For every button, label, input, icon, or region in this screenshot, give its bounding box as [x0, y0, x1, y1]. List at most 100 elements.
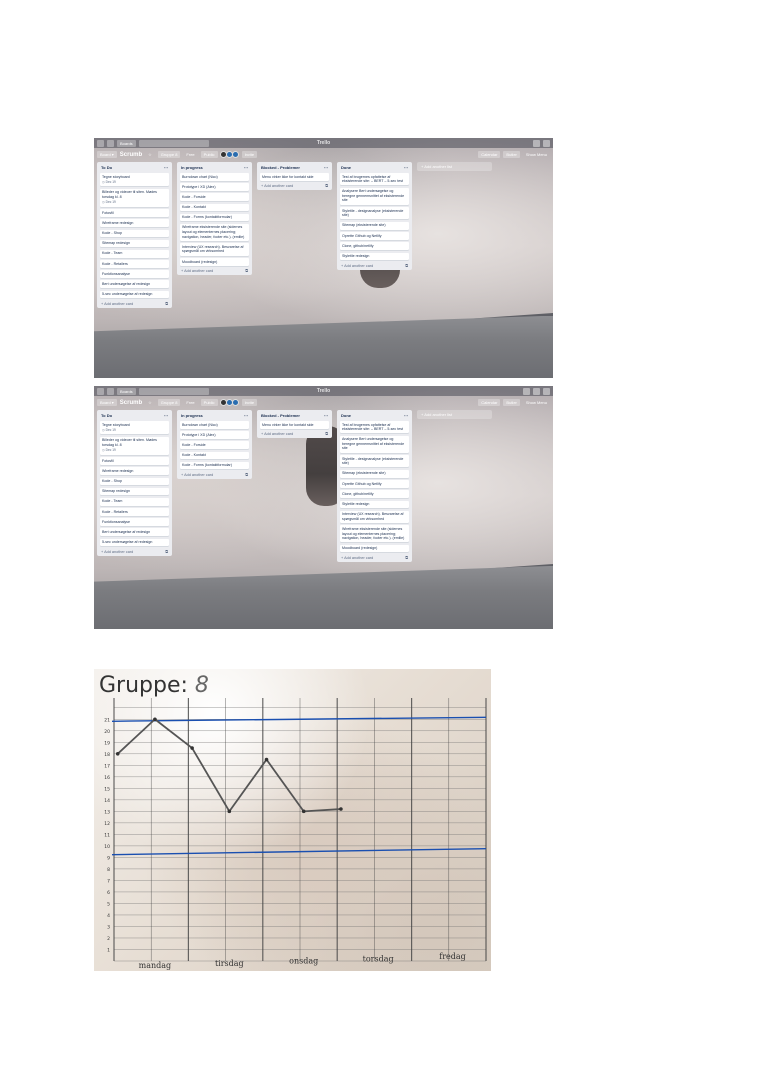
add-list-button[interactable]: + Add another list — [417, 410, 492, 419]
list-title[interactable]: To Do ⋯ — [100, 164, 169, 173]
more-icon[interactable]: ⋯ — [324, 165, 328, 170]
card[interactable]: Bert undersøgelse af redesign — [100, 528, 169, 537]
card[interactable]: Billeder og videoer til siten. Mødes tor… — [100, 188, 169, 207]
avatar[interactable] — [231, 151, 239, 158]
add-card-button[interactable]: + Add another card ⧉ — [340, 555, 409, 560]
card[interactable]: Kode - Shop — [100, 229, 169, 238]
list-blocked-problemer[interactable]: Blocked - Problemer ⋯ Menu virker ikke for… — [257, 162, 332, 191]
apps-icon[interactable] — [107, 139, 114, 147]
list-title[interactable]: In progress ⋯ — [180, 412, 249, 421]
list-in-progress[interactable]: In progress ⋯ Burndown chart (Nico) Prototy… — [177, 410, 252, 479]
card[interactable]: Funktionsanalyse — [100, 518, 169, 526]
more-icon[interactable]: ⋯ — [244, 413, 248, 418]
card[interactable]: Sitemap redesign — [100, 239, 169, 248]
list-to-do[interactable]: To Do ⋯ Tegne storyboard ◷ Dec 19 Billeder o… — [97, 162, 172, 308]
member-avatars[interactable] — [219, 399, 239, 406]
add-icon[interactable] — [523, 387, 530, 395]
card[interactable]: Sitemap redesign — [100, 487, 169, 496]
list-title[interactable]: Blocked - Problemer ⋯ — [260, 164, 329, 173]
list-to-do[interactable]: To Do ⋯ Tegne storyboard ◷ Dec 19 Billeder o… — [97, 410, 172, 556]
card[interactable]: Kode - Retailers — [100, 260, 169, 268]
card-template-icon[interactable]: ⧉ — [405, 264, 408, 268]
add-card-button[interactable]: + Add another card ⧉ — [100, 549, 169, 554]
more-icon[interactable]: ⋯ — [404, 413, 408, 418]
calendar-button[interactable]: Calendar — [478, 151, 501, 158]
notification-icon[interactable] — [543, 387, 550, 395]
card[interactable]: Analysere Bert undersøgelse og beregne g… — [340, 435, 409, 453]
card[interactable]: Oprette Github og Netlify — [340, 232, 409, 240]
card[interactable]: Menu virker ikke for kontakt side — [260, 421, 329, 429]
card-template-icon[interactable]: ⧉ — [325, 184, 328, 188]
list-in-progress[interactable]: In progress ⋯ Burndown chart (Nico) Prototy… — [177, 162, 252, 276]
list-title[interactable]: In progress ⋯ — [180, 164, 249, 173]
card[interactable]: Billeder og videoer til siten. Mødes tor… — [100, 436, 169, 455]
more-icon[interactable]: ⋯ — [404, 165, 408, 170]
add-icon[interactable] — [533, 139, 540, 147]
board-title[interactable]: Scrumb — [120, 400, 142, 406]
card-template-icon[interactable]: ⧉ — [325, 432, 328, 436]
card[interactable]: Kode - Forside — [180, 441, 249, 449]
avatar[interactable] — [231, 399, 239, 406]
card[interactable]: Tegne storyboard ◷ Dec 19 — [100, 421, 169, 435]
visibility-button[interactable]: Public — [200, 399, 218, 406]
calendar-button[interactable]: Calendar — [478, 399, 501, 406]
info-icon[interactable] — [543, 139, 550, 147]
card[interactable]: Interview (UX research). Besvarelse af s… — [180, 243, 249, 256]
invite-button[interactable]: Invite — [241, 399, 258, 406]
boards-button[interactable]: Boards — [117, 387, 136, 395]
list-blocked-problemer[interactable]: Blocked - Problemer ⋯ Menu virker ikke for… — [257, 410, 332, 439]
card-template-icon[interactable]: ⧉ — [245, 269, 248, 273]
card[interactable]: Kode - Team — [100, 249, 169, 258]
card[interactable]: Moodboard (redesign) — [340, 544, 409, 553]
card[interactable]: Interview (UX research). Besvarelse af s… — [340, 510, 409, 523]
apps-icon[interactable] — [107, 387, 114, 395]
card[interactable]: Styletile - designanalyse (eksisterende … — [340, 455, 409, 468]
info-icon[interactable] — [533, 387, 540, 395]
card[interactable]: Fotosfil — [100, 457, 169, 465]
more-icon[interactable]: ⋯ — [324, 413, 328, 418]
star-icon[interactable]: ☆ — [145, 399, 155, 406]
card[interactable]: Wireframe redesign — [100, 467, 169, 475]
card[interactable]: 5-sec undersøgelse af redesign — [100, 290, 169, 299]
visibility-button[interactable]: Public — [200, 151, 218, 158]
list-title[interactable]: To Do ⋯ — [100, 412, 169, 421]
more-icon[interactable]: ⋯ — [244, 165, 248, 170]
search-input[interactable] — [138, 387, 209, 395]
card[interactable]: Styletile - designanalyse (eksisterende … — [340, 207, 409, 220]
card[interactable]: Kode - Forms (kontaktformular) — [180, 213, 249, 222]
board-menu-button[interactable]: Board ▾ — [97, 399, 117, 406]
card-template-icon[interactable]: ⧉ — [165, 550, 168, 554]
card[interactable]: Clone, github/netlify — [340, 242, 409, 250]
card[interactable]: Analysere Bert undersøgelse og beregne g… — [340, 187, 409, 205]
card[interactable]: Moodboard (redesign) — [180, 258, 249, 266]
card[interactable]: Wireframe redesign — [100, 219, 169, 227]
add-card-button[interactable]: + Add another card ⧉ — [180, 472, 249, 477]
card[interactable]: Wireframe eksisterende site (sidernes la… — [180, 223, 249, 241]
list-title[interactable]: Blocked - Problemer ⋯ — [260, 412, 329, 421]
team-button[interactable]: Gruppe 8 — [157, 399, 181, 406]
butler-button[interactable]: Butler — [503, 151, 520, 158]
more-icon[interactable]: ⋯ — [164, 165, 168, 170]
card[interactable]: Prototype i XD (Alex) — [180, 183, 249, 191]
star-icon[interactable]: ☆ — [145, 151, 155, 158]
member-avatars[interactable] — [219, 151, 239, 158]
show-menu-button[interactable]: Show Menu — [523, 151, 550, 158]
card[interactable]: Fotosfil — [100, 209, 169, 217]
board-title[interactable]: Scrumb — [120, 152, 142, 158]
card[interactable]: Test af brugernes opfattelse af eksister… — [340, 173, 409, 186]
card[interactable]: 5-sec undersøgelse af redesign — [100, 538, 169, 547]
card[interactable]: Styletile redesign — [340, 252, 409, 261]
card-template-icon[interactable]: ⧉ — [405, 556, 408, 560]
card[interactable]: Kode - Kontakt — [180, 203, 249, 212]
card[interactable]: Oprette Github og Netlify — [340, 480, 409, 488]
show-menu-button[interactable]: Show Menu — [523, 399, 550, 406]
card[interactable]: Sitemap (eksisterende site) — [340, 469, 409, 478]
add-card-button[interactable]: + Add another card ⧉ — [260, 183, 329, 188]
boards-button[interactable]: Boards — [117, 139, 136, 147]
card[interactable]: Kode - Forms (kontaktformular) — [180, 461, 249, 470]
add-card-button[interactable]: + Add another card ⧉ — [100, 301, 169, 306]
butler-button[interactable]: Butler — [503, 399, 520, 406]
card[interactable]: Styletile redesign — [340, 500, 409, 509]
search-input[interactable] — [138, 139, 209, 147]
card[interactable]: Tegne storyboard ◷ Dec 19 — [100, 173, 169, 187]
